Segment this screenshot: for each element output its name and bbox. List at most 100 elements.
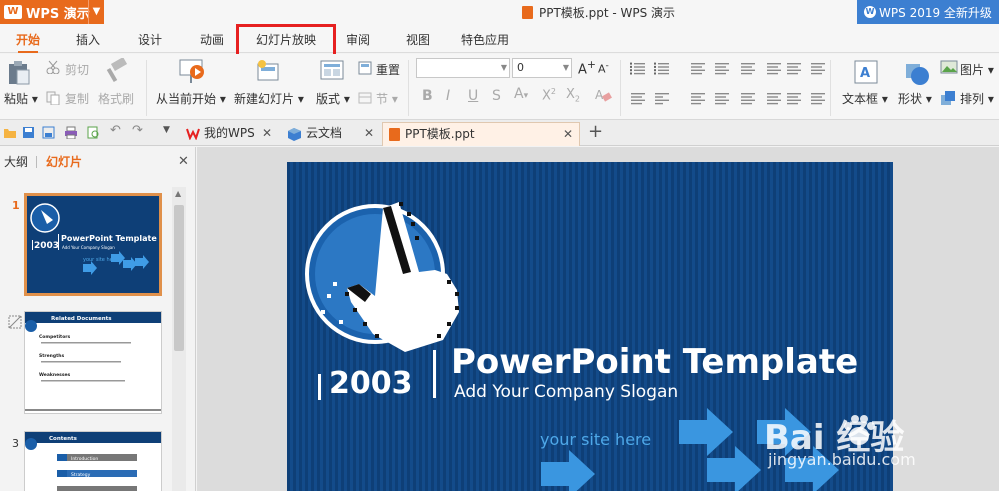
- text-direction-icon[interactable]: [766, 62, 782, 76]
- tab-review[interactable]: 审阅: [338, 24, 378, 53]
- new-slide-button[interactable]: 新建幻灯片 ▾: [234, 90, 304, 107]
- shadow-icon[interactable]: S: [492, 88, 501, 104]
- columns-icon[interactable]: [786, 92, 802, 106]
- close-icon[interactable]: ✕: [563, 123, 573, 145]
- doc-tab-ppt[interactable]: PPT模板.ppt ✕: [382, 122, 580, 146]
- thumbnail-3-art: Contents Introduction Strategy: [25, 432, 161, 491]
- arrange-button[interactable]: 排列 ▾: [960, 90, 994, 107]
- shape-button[interactable]: 形状 ▾: [898, 90, 932, 107]
- font-color-icon[interactable]: A▾: [514, 86, 528, 102]
- undo-icon[interactable]: ↶: [110, 123, 121, 138]
- new-tab-button[interactable]: +: [588, 121, 603, 142]
- thumb-item: Introduction: [71, 456, 98, 462]
- superscript-icon[interactable]: X2: [542, 87, 556, 103]
- chevron-down-icon[interactable]: ▼: [88, 0, 104, 24]
- smart-art-icon[interactable]: [810, 92, 826, 106]
- doc-tab-cloud[interactable]: 云文档 ✕: [284, 122, 380, 146]
- layout-button[interactable]: 版式 ▾: [316, 90, 350, 107]
- decrease-indent-icon[interactable]: [690, 62, 706, 76]
- tab-special[interactable]: 特色应用: [455, 24, 515, 53]
- new-slide-icon: [257, 60, 279, 81]
- justify-icon[interactable]: [714, 92, 730, 106]
- increase-font-icon[interactable]: A+: [578, 58, 596, 77]
- paste-label: 粘贴: [4, 92, 29, 106]
- align-text-icon[interactable]: [766, 92, 782, 106]
- copy-button[interactable]: 复制: [65, 90, 89, 107]
- upgrade-button[interactable]: W WPS 2019 全新升级: [857, 0, 999, 24]
- slide-number: 3: [12, 437, 19, 450]
- format-painter-button[interactable]: 格式刷: [98, 90, 134, 107]
- clear-format-icon[interactable]: A: [594, 86, 612, 104]
- font-size-value: 0: [517, 61, 524, 74]
- print-icon[interactable]: [64, 126, 77, 139]
- tab-view[interactable]: 视图: [398, 24, 438, 53]
- tab-design[interactable]: 设计: [130, 24, 170, 53]
- layout-label: 版式: [316, 92, 341, 106]
- reset-button[interactable]: 重置: [376, 61, 400, 78]
- underline-icon[interactable]: U: [468, 88, 478, 104]
- section-button[interactable]: 节 ▾: [376, 90, 398, 107]
- save-as-icon[interactable]: [42, 126, 55, 139]
- textbox-icon: A: [854, 60, 878, 84]
- align-left-icon[interactable]: [630, 92, 646, 106]
- close-icon[interactable]: ✕: [262, 122, 272, 144]
- thumb-item: Strengths: [39, 353, 64, 359]
- redo-icon[interactable]: ↷: [132, 123, 143, 138]
- bold-icon[interactable]: B: [422, 88, 433, 104]
- distribute-icon[interactable]: [740, 92, 756, 106]
- open-folder-icon[interactable]: [3, 126, 16, 139]
- print-preview-icon[interactable]: [87, 126, 100, 139]
- slide-thumbnail-1[interactable]: 2003 PowerPoint Template Add Your Compan…: [24, 193, 162, 296]
- textbox-label: 文本框: [842, 92, 879, 106]
- paste-button[interactable]: 粘贴 ▾: [4, 90, 38, 107]
- from-current-button[interactable]: 从当前开始 ▾: [156, 90, 226, 107]
- increase-indent-icon[interactable]: [714, 62, 730, 76]
- font-size-select[interactable]: 0 ▼: [512, 58, 572, 78]
- chevron-down-icon: ▼: [562, 63, 569, 72]
- ribbon-tabs: 开始 插入 设计 动画 幻灯片放映 审阅 视图 特色应用: [0, 24, 999, 53]
- slide-thumbnail-3[interactable]: Contents Introduction Strategy: [24, 431, 162, 491]
- column-icon[interactable]: [786, 62, 802, 76]
- tab-slides[interactable]: 幻灯片: [46, 147, 82, 177]
- tab-outline[interactable]: 大纲: [4, 147, 28, 177]
- tab-home[interactable]: 开始: [8, 24, 48, 53]
- scrollbar-thumb[interactable]: [174, 205, 184, 351]
- separator: [620, 60, 621, 116]
- shape-label: 形状: [898, 92, 923, 106]
- app-menu-button[interactable]: W WPS 演示 ▼: [0, 0, 104, 24]
- textbox-button[interactable]: 文本框 ▾: [842, 90, 888, 107]
- panel-header: 大纲 幻灯片 ✕: [0, 147, 196, 177]
- doc-tab-label: 云文档: [306, 126, 343, 140]
- cut-icon: [46, 60, 60, 74]
- subscript-icon[interactable]: X2: [566, 87, 580, 104]
- window-title: PPT模板.ppt - WPS 演示: [522, 4, 675, 21]
- align-center-icon[interactable]: [654, 92, 670, 106]
- reset-icon: [358, 61, 372, 75]
- font-name-select[interactable]: ▼: [416, 58, 510, 78]
- close-icon[interactable]: ✕: [364, 122, 374, 144]
- numbered-list-icon[interactable]: [654, 62, 670, 76]
- svg-text:A: A: [595, 88, 604, 102]
- slide-thumbnail-2[interactable]: Related Documents Competitors Strengths …: [24, 311, 162, 414]
- save-icon[interactable]: [22, 126, 35, 139]
- copy-icon: [46, 91, 60, 105]
- ppt-file-icon: [389, 128, 400, 141]
- italic-icon[interactable]: I: [446, 88, 450, 104]
- align-right-icon[interactable]: [690, 92, 706, 106]
- thumbnail-scrollbar[interactable]: ▲: [172, 187, 186, 491]
- watermark-url: jingyan.baidu.com: [768, 450, 916, 469]
- customize-toolbar-icon[interactable]: ▼: [163, 125, 170, 135]
- tab-insert[interactable]: 插入: [68, 24, 108, 53]
- tab-animation[interactable]: 动画: [192, 24, 232, 53]
- picture-button[interactable]: 图片 ▾: [960, 61, 994, 78]
- scroll-up-icon[interactable]: ▲: [175, 189, 181, 198]
- close-panel-icon[interactable]: ✕: [178, 147, 189, 177]
- divider: [36, 156, 37, 168]
- bullet-list-icon[interactable]: [630, 62, 646, 76]
- doc-tab-my-wps[interactable]: 我的WPS ✕: [182, 122, 278, 146]
- more-options-icon[interactable]: [810, 62, 826, 76]
- decrease-font-icon[interactable]: A-: [598, 60, 609, 76]
- line-spacing-icon[interactable]: [740, 62, 756, 76]
- thumb-title: Contents: [49, 436, 78, 442]
- cut-button[interactable]: 剪切: [65, 61, 89, 78]
